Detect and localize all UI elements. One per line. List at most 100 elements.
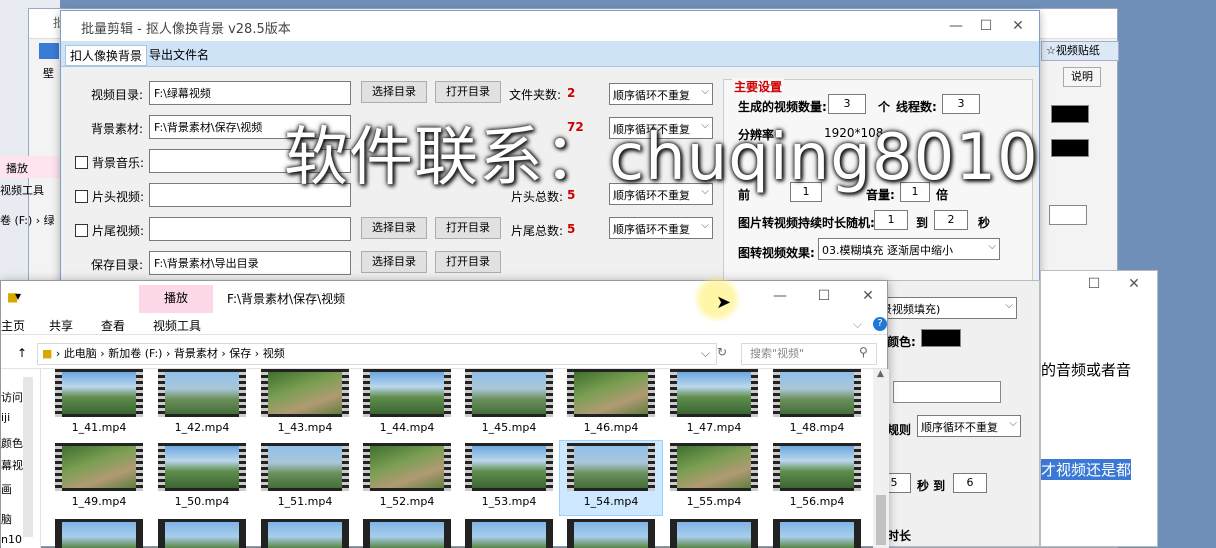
maximize-button[interactable]: ☐ xyxy=(971,15,1001,37)
video-thumbnail[interactable] xyxy=(158,443,246,491)
tab-export-filename[interactable]: 导出文件名 xyxy=(145,45,213,64)
breadcrumb-drive[interactable]: 新加卷 (F:) xyxy=(108,347,162,360)
bg-music-checkbox[interactable] xyxy=(75,156,88,169)
intro-video-checkbox[interactable] xyxy=(75,190,88,203)
video-thumbnail[interactable] xyxy=(567,443,655,491)
help-button[interactable]: 说明 xyxy=(1063,67,1101,87)
scroll-up-icon[interactable]: ▲ xyxy=(877,369,884,379)
quick-access-chevron-icon[interactable]: ▾ xyxy=(15,289,21,303)
right-close-button[interactable]: ✕ xyxy=(1119,273,1149,295)
breadcrumb-video[interactable]: 视频 xyxy=(263,347,285,360)
file-name[interactable]: 1_43.mp4 xyxy=(255,421,355,434)
file-name[interactable]: 1_51.mp4 xyxy=(255,495,355,508)
breadcrumb-this-pc[interactable]: 此电脑 xyxy=(64,347,97,360)
close-button[interactable]: ✕ xyxy=(1003,15,1033,37)
ribbon-share[interactable]: 共享 xyxy=(49,317,73,334)
background-input[interactable] xyxy=(1049,205,1087,225)
outro-mode-select[interactable]: 顺序循环不重复 ⌵ xyxy=(609,217,713,239)
video-thumbnail[interactable] xyxy=(363,443,451,491)
video-thumbnail[interactable] xyxy=(261,443,349,491)
file-name[interactable]: 1_53.mp4 xyxy=(459,495,559,508)
file-name[interactable]: 1_55.mp4 xyxy=(664,495,764,508)
search-input[interactable]: 搜索"视频" xyxy=(741,343,877,365)
secondary-input[interactable] xyxy=(893,381,1001,403)
video-dir-input[interactable]: F:\绿幕视频 xyxy=(149,81,351,105)
video-thumbnail[interactable] xyxy=(773,519,861,548)
video-thumbnail[interactable] xyxy=(158,369,246,417)
nav-item[interactable]: 访问 xyxy=(1,389,23,405)
nav-item[interactable]: 颜色 xyxy=(1,435,23,451)
video-thumbnail[interactable] xyxy=(670,443,758,491)
address-dropdown-icon[interactable]: ⌵ xyxy=(701,346,710,361)
scroll-thumb[interactable] xyxy=(876,495,886,545)
ribbon-view[interactable]: 查看 xyxy=(101,317,125,334)
file-name[interactable]: 1_46.mp4 xyxy=(561,421,661,434)
background-play-tab[interactable]: 播放 xyxy=(0,156,60,178)
video-dir-open-button[interactable]: 打开目录 xyxy=(435,81,501,103)
file-name[interactable]: 1_41.mp4 xyxy=(49,421,149,434)
outro-video-input[interactable] xyxy=(149,217,351,241)
breadcrumb-bg-material[interactable]: 背景素材 xyxy=(174,347,218,360)
video-thumbnail[interactable] xyxy=(773,443,861,491)
video-thumbnail[interactable] xyxy=(55,369,143,417)
color-picker-2[interactable] xyxy=(1051,139,1089,157)
nav-scrollbar[interactable] xyxy=(23,377,33,537)
explorer-maximize-button[interactable]: ☐ xyxy=(809,285,839,307)
explorer-close-button[interactable]: ✕ xyxy=(853,285,883,307)
video-thumbnail[interactable] xyxy=(465,519,553,548)
video-thumbnail[interactable] xyxy=(55,519,143,548)
breadcrumb-save[interactable]: 保存 xyxy=(229,347,251,360)
video-thumbnail[interactable] xyxy=(261,519,349,548)
video-thumbnail[interactable] xyxy=(465,369,553,417)
address-box[interactable]: ■ › 此电脑 › 新加卷 (F:) › 背景素材 › 保存 › 视频 xyxy=(37,343,717,365)
ribbon-expand-icon[interactable]: ⌵ xyxy=(853,317,862,332)
video-thumbnail[interactable] xyxy=(567,519,655,548)
background-left-tab[interactable]: 壁 xyxy=(43,65,54,81)
nav-item[interactable]: n10 xyxy=(1,533,22,546)
video-dir-select-button[interactable]: 选择目录 xyxy=(361,81,427,103)
sec-to-input[interactable]: 6 xyxy=(953,473,987,493)
background-video-tools[interactable]: 视频工具 xyxy=(0,182,44,198)
refresh-icon[interactable]: ↻ xyxy=(717,345,727,359)
video-thumbnail[interactable] xyxy=(261,369,349,417)
video-thumbnail[interactable] xyxy=(465,443,553,491)
video-thumbnail[interactable] xyxy=(158,519,246,548)
img-duration-from[interactable]: 1 xyxy=(874,210,908,230)
rule-select[interactable]: 顺序循环不重复 ⌵ xyxy=(917,415,1021,437)
ribbon-home[interactable]: 主页 xyxy=(1,317,25,334)
file-scrollbar[interactable]: ▲ xyxy=(873,369,889,548)
fill-mode-select[interactable]: 景视频填充) ⌵ xyxy=(877,297,1017,319)
video-sticker-tab[interactable]: ☆视频贴纸 xyxy=(1041,41,1119,61)
img-effect-select[interactable]: 03.模糊填充 逐渐居中缩小 ⌵ xyxy=(818,238,1000,260)
file-name[interactable]: 1_44.mp4 xyxy=(357,421,457,434)
video-dir-mode-select[interactable]: 顺序循环不重复 ⌵ xyxy=(609,83,713,105)
intro-video-label[interactable]: 片头视频: xyxy=(75,188,144,205)
video-thumbnail[interactable] xyxy=(363,519,451,548)
file-name[interactable]: 1_42.mp4 xyxy=(152,421,252,434)
save-dir-input[interactable]: F:\背景素材\导出目录 xyxy=(149,251,351,275)
nav-item[interactable]: 画 xyxy=(1,481,12,497)
video-thumbnail[interactable] xyxy=(773,369,861,417)
file-name[interactable]: 1_45.mp4 xyxy=(459,421,559,434)
nav-item[interactable]: iji xyxy=(1,411,10,424)
img-duration-to[interactable]: 2 xyxy=(934,210,968,230)
minimize-button[interactable]: — xyxy=(941,15,971,37)
file-name[interactable]: 1_50.mp4 xyxy=(152,495,252,508)
explorer-minimize-button[interactable]: — xyxy=(765,285,795,307)
video-thumbnail[interactable] xyxy=(567,369,655,417)
file-name[interactable]: 1_49.mp4 xyxy=(49,495,149,508)
save-dir-open-button[interactable]: 打开目录 xyxy=(435,251,501,273)
file-name[interactable]: 1_56.mp4 xyxy=(767,495,867,508)
bg-music-label[interactable]: 背景音乐: xyxy=(75,154,144,171)
file-name[interactable]: 1_54.mp4 xyxy=(561,495,661,508)
color-picker-1[interactable] xyxy=(1051,105,1089,123)
outro-video-checkbox[interactable] xyxy=(75,224,88,237)
file-name[interactable]: 1_48.mp4 xyxy=(767,421,867,434)
ribbon-video-tools[interactable]: 视频工具 xyxy=(153,317,201,334)
video-thumbnail[interactable] xyxy=(363,369,451,417)
file-name[interactable]: 1_47.mp4 xyxy=(664,421,764,434)
save-dir-select-button[interactable]: 选择目录 xyxy=(361,251,427,273)
outro-open-button[interactable]: 打开目录 xyxy=(435,217,501,239)
help-icon[interactable]: ? xyxy=(873,317,887,331)
nav-item[interactable]: 幕视 xyxy=(1,457,23,473)
